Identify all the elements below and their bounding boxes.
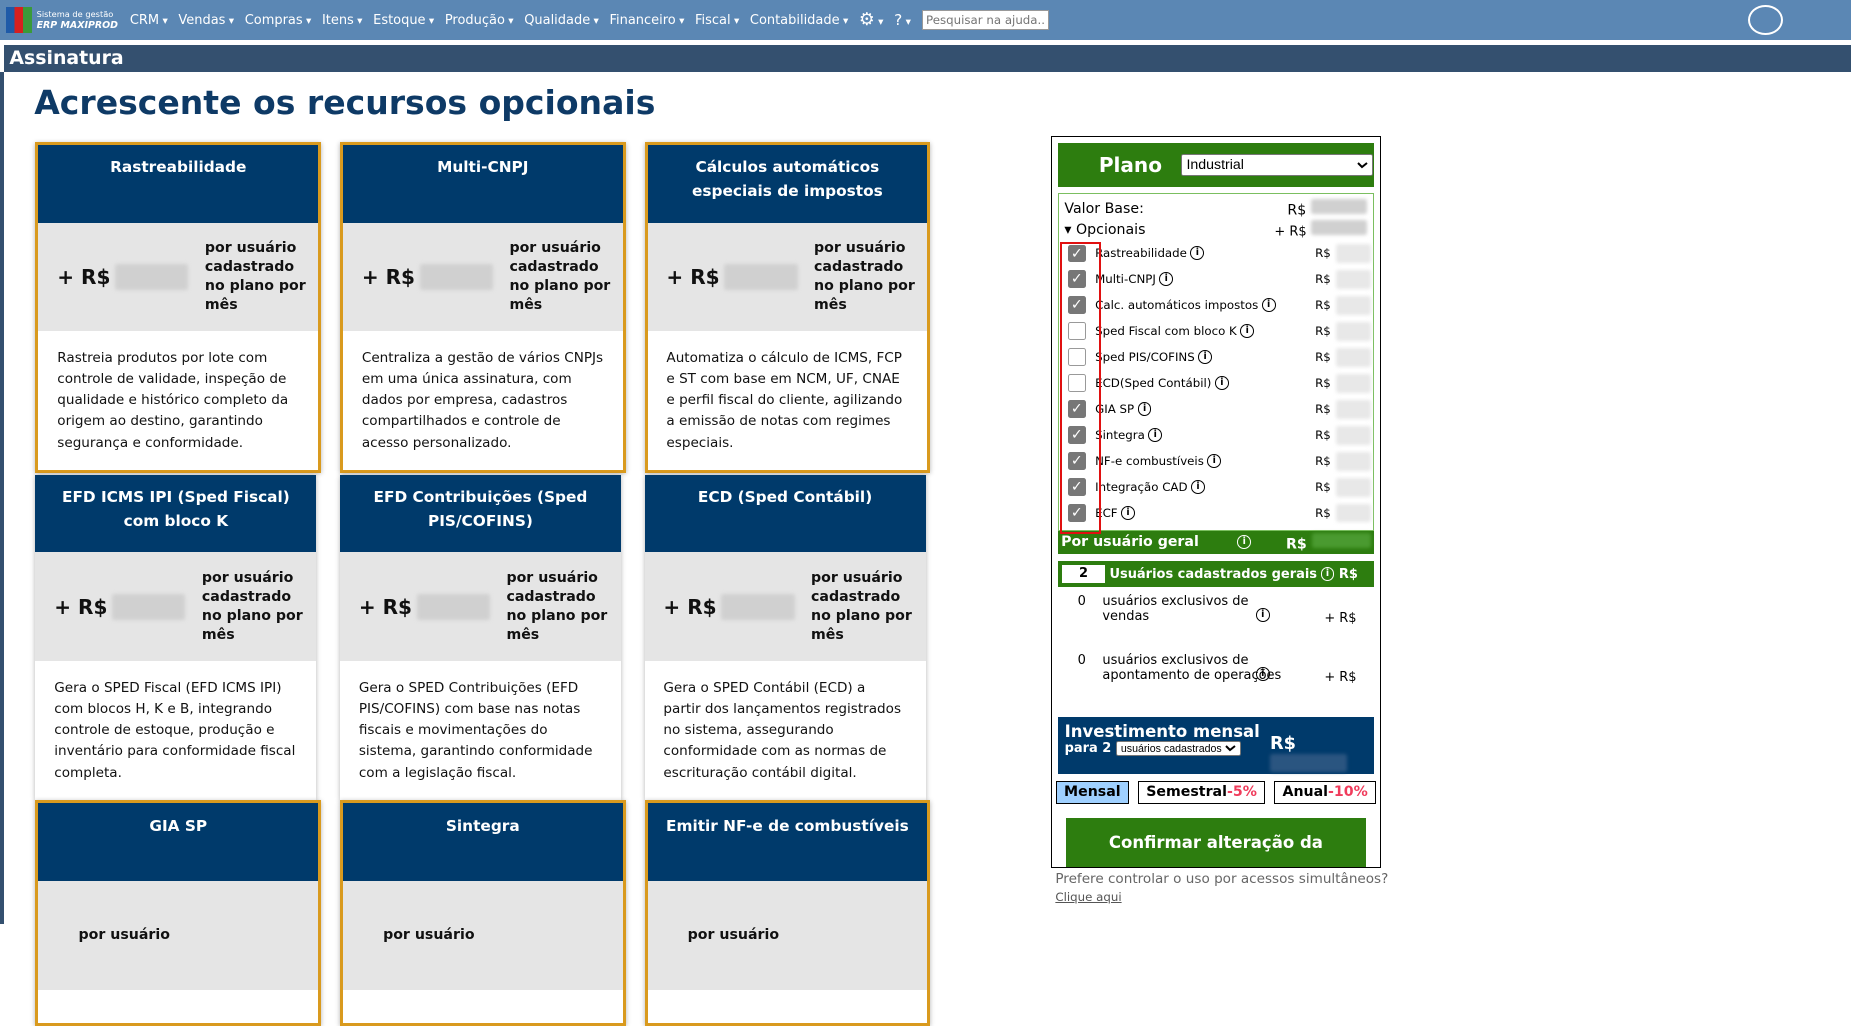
info-icon[interactable]: i bbox=[1198, 350, 1213, 365]
menu-estoque[interactable]: Estoque bbox=[373, 13, 434, 28]
card-title: Cálculos automáticos especiais de impost… bbox=[647, 144, 928, 223]
page-title: Assinatura bbox=[3, 44, 1851, 72]
card-title: ECD (Sped Contábil) bbox=[644, 474, 926, 553]
sales-users-stepper[interactable]: 0 bbox=[1078, 594, 1086, 609]
top-nav: Sistema de gestãoERP MAXIPROD CRM Vendas C… bbox=[0, 0, 1851, 41]
info-icon[interactable]: i bbox=[1137, 402, 1152, 417]
optional-item: ✓ Sintegra i R$ bbox=[1061, 422, 1371, 448]
menu-fiscal[interactable]: Fiscal bbox=[695, 13, 739, 28]
card-title: Rastreabilidade bbox=[38, 144, 319, 223]
optional-item: ✓ Multi-CNPJ i R$ bbox=[1061, 266, 1371, 292]
optional-item: ✓ Integração CAD i R$ bbox=[1061, 474, 1371, 500]
period-semestral-button[interactable]: Semestral-5% bbox=[1138, 780, 1265, 804]
card-description: Gera o SPED Contábil (ECD) a partir dos … bbox=[663, 679, 902, 781]
period-anual-button[interactable]: Anual-10% bbox=[1274, 780, 1376, 804]
feature-card[interactable]: Cálculos automáticos especiais de impost… bbox=[644, 141, 931, 474]
info-icon[interactable]: i bbox=[1214, 376, 1229, 391]
users-count-stepper[interactable]: 2 bbox=[1062, 565, 1105, 584]
info-icon[interactable]: i bbox=[1148, 428, 1163, 443]
card-description bbox=[648, 990, 928, 1023]
optional-item: ✓ Rastreabilidade i R$ bbox=[1061, 240, 1371, 266]
optional-item: ✓ Calc. automáticos impostos i R$ bbox=[1061, 292, 1371, 318]
card-description: Gera o SPED Contribuições (EFD PIS/COFIN… bbox=[358, 679, 593, 781]
menu-financeiro[interactable]: Financeiro bbox=[610, 13, 685, 28]
feature-card[interactable]: Sintegra por usuário bbox=[339, 800, 626, 1026]
base-value-label: Valor Base: bbox=[1064, 200, 1144, 217]
optional-item: ✓ ECF i R$ bbox=[1061, 500, 1371, 526]
info-icon[interactable]: i bbox=[1261, 298, 1276, 313]
info-icon[interactable]: i bbox=[1237, 535, 1252, 550]
card-title: EFD Contribuições (Sped PIS/COFINS) bbox=[339, 474, 621, 553]
menu-contabilidade[interactable]: Contabilidade bbox=[750, 13, 848, 28]
plan-label: Plano bbox=[1098, 153, 1162, 178]
info-icon[interactable]: i bbox=[1255, 608, 1270, 623]
info-icon[interactable]: i bbox=[1320, 567, 1335, 582]
section-heading: Acrescente os recursos opcionais bbox=[34, 82, 656, 122]
per-user-label: Por usuário geral bbox=[1061, 534, 1199, 551]
confirm-subscription-button[interactable]: Confirmar alteração da assinatura bbox=[1065, 817, 1367, 901]
info-icon[interactable]: i bbox=[1190, 246, 1205, 261]
operation-users-stepper[interactable]: 0 bbox=[1078, 653, 1086, 668]
monthly-investment: Investimento mensal para 2 usuários cada… bbox=[1057, 717, 1375, 774]
menu-compras[interactable]: Compras bbox=[245, 13, 312, 28]
info-icon[interactable]: i bbox=[1255, 667, 1270, 682]
menu-crm[interactable]: CRM bbox=[130, 13, 168, 28]
feature-card[interactable]: Emitir NF-e de combustíveis por usuário bbox=[644, 800, 931, 1026]
card-description bbox=[38, 990, 318, 1023]
feature-card[interactable]: Rastreabilidade + R$ por usuário cadastrad… bbox=[35, 141, 322, 474]
card-description: Rastreia produtos por lote com controle … bbox=[57, 349, 289, 451]
card-description: Automatiza o cálculo de ICMS, FCP e ST c… bbox=[666, 349, 903, 451]
card-title: GIA SP bbox=[38, 803, 319, 882]
card-title: Sintegra bbox=[342, 803, 623, 882]
info-icon[interactable]: i bbox=[1159, 272, 1174, 287]
card-title: EFD ICMS IPI (Sped Fiscal) com bloco K bbox=[35, 474, 317, 553]
feature-card[interactable]: GIA SP por usuário bbox=[35, 800, 322, 1026]
plan-summary-panel: Plano Industrial Valor Base: R$ ▾ Opciona… bbox=[1050, 135, 1382, 901]
optional-item: Sped Fiscal com bloco Ki R$ bbox=[1061, 318, 1371, 344]
feature-card[interactable]: EFD Contribuições (Sped PIS/COFINS) + R$ p… bbox=[339, 474, 621, 801]
feature-card[interactable]: EFD ICMS IPI (Sped Fiscal) com bloco K + … bbox=[35, 474, 317, 801]
info-icon[interactable]: i bbox=[1121, 506, 1135, 520]
info-icon[interactable]: i bbox=[1207, 454, 1222, 468]
info-icon[interactable]: i bbox=[1191, 480, 1205, 494]
plan-select[interactable]: Industrial bbox=[1181, 154, 1373, 176]
help-icon[interactable]: ? bbox=[894, 11, 911, 29]
card-title: Multi-CNPJ bbox=[342, 144, 623, 223]
menu-itens[interactable]: Itens bbox=[322, 13, 363, 28]
optional-item: Sped PIS/COFINS i R$ bbox=[1061, 344, 1371, 370]
period-mensal-button[interactable]: Mensal bbox=[1055, 780, 1129, 804]
optionals-toggle[interactable]: ▾ Opcionais bbox=[1064, 222, 1145, 238]
logo[interactable]: Sistema de gestão ERP MAXIPROD bbox=[5, 7, 118, 34]
click-here-link[interactable]: Clique aqui bbox=[1055, 890, 1388, 904]
card-description bbox=[343, 990, 623, 1023]
optional-item: ✓ GIA SP i R$ bbox=[1061, 396, 1371, 422]
info-icon[interactable]: i bbox=[1240, 324, 1255, 339]
menu-qualidade[interactable]: Qualidade bbox=[524, 13, 599, 28]
feature-card[interactable]: ECD (Sped Contábil) + R$ por usuário cadas… bbox=[644, 474, 926, 801]
feature-card[interactable]: Multi-CNPJ + R$ por usuário cadastrado no … bbox=[339, 141, 626, 474]
menu-vendas[interactable]: Vendas bbox=[178, 13, 234, 28]
users-type-select[interactable]: usuários cadastrados bbox=[1115, 740, 1241, 757]
card-description: Centraliza a gestão de vários CNPJs em u… bbox=[361, 349, 604, 451]
card-description: Gera o SPED Fiscal (EFD ICMS IPI) com bl… bbox=[54, 679, 296, 781]
highlight-box bbox=[1059, 241, 1102, 534]
menu-produção[interactable]: Produção bbox=[445, 13, 514, 28]
help-search-input[interactable] bbox=[921, 10, 1049, 30]
optional-item: ECD(Sped Contábil) i R$ bbox=[1061, 370, 1371, 396]
card-title: Emitir NF-e de combustíveis bbox=[647, 803, 928, 882]
settings-gear-icon[interactable]: ⚙ bbox=[859, 10, 884, 30]
optional-item: ✓ NF-e combustíveis i R$ bbox=[1061, 448, 1371, 474]
chat-icon[interactable] bbox=[1747, 4, 1783, 35]
